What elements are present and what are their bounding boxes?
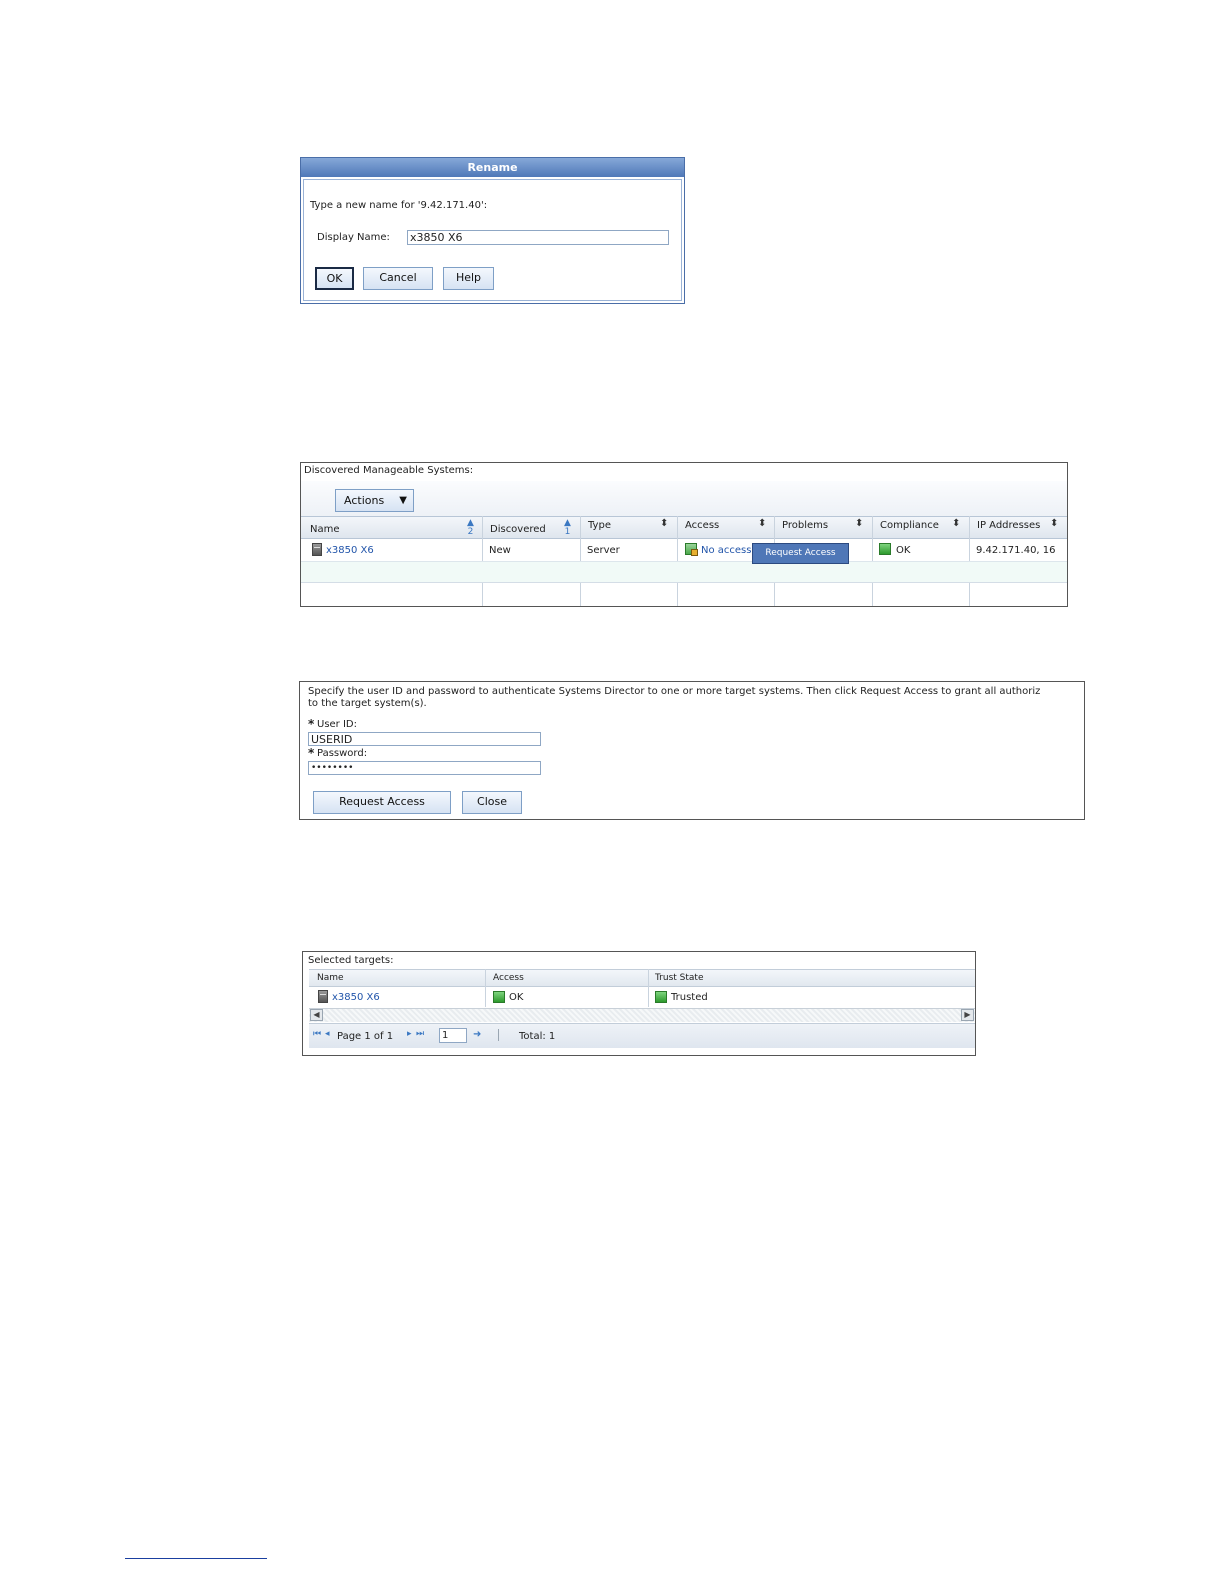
column-header-access[interactable]: Access xyxy=(493,973,524,983)
ip-value: 9.42.171.40, 16 xyxy=(976,545,1056,556)
sort-toggle-icon[interactable]: ⬍ xyxy=(1050,518,1058,529)
page-indicator: Page 1 of 1 xyxy=(337,1031,394,1042)
sort-toggle-icon[interactable]: ⬍ xyxy=(952,518,960,529)
instructions-line-2: to the target system(s). xyxy=(308,698,427,709)
sort-toggle-icon[interactable]: ⬍ xyxy=(660,518,668,529)
close-button[interactable]: Close xyxy=(462,791,522,814)
server-icon xyxy=(312,543,322,556)
column-header-ip[interactable]: IP Addresses xyxy=(977,520,1040,531)
request-access-popup[interactable]: Request Access xyxy=(752,543,849,564)
targets-table-header xyxy=(309,969,975,987)
column-header-discovered[interactable]: Discovered xyxy=(490,524,546,535)
access-link[interactable]: No access xyxy=(701,545,751,556)
column-header-access[interactable]: Access xyxy=(685,520,719,531)
first-page-icon[interactable]: ⏮ xyxy=(313,1029,321,1039)
scroll-left-button[interactable]: ◀ xyxy=(310,1009,323,1021)
column-header-type[interactable]: Type xyxy=(588,520,611,531)
access-ok-icon xyxy=(493,991,505,1003)
trusted-icon xyxy=(655,991,667,1003)
system-name-link[interactable]: x3850 X6 xyxy=(326,545,374,556)
discovered-title: Discovered Manageable Systems: xyxy=(304,465,474,476)
footnote-rule xyxy=(125,1558,267,1559)
rename-prompt: Type a new name for '9.42.171.40': xyxy=(310,200,488,211)
horizontal-scrollbar[interactable] xyxy=(309,1008,975,1022)
target-access-value: OK xyxy=(509,992,524,1003)
chevron-down-icon: ▼ xyxy=(399,495,407,506)
column-header-name[interactable]: Name xyxy=(317,973,344,983)
actions-toolbar xyxy=(301,481,1067,517)
prev-page-icon[interactable]: ◂ xyxy=(325,1029,330,1039)
table-row-empty xyxy=(301,561,1067,583)
ok-button[interactable]: OK xyxy=(315,267,354,290)
column-header-compliance[interactable]: Compliance xyxy=(880,520,939,531)
scroll-right-button[interactable]: ▶ xyxy=(961,1009,974,1021)
table-row[interactable] xyxy=(309,987,975,1007)
password-input[interactable]: •••••••• xyxy=(308,761,541,775)
discovered-value: New xyxy=(489,545,511,556)
total-count: Total: 1 xyxy=(519,1031,556,1042)
required-mark: * xyxy=(308,746,315,760)
lock-badge-icon xyxy=(691,549,698,556)
display-name-input[interactable]: x3850 X6 xyxy=(407,230,669,245)
column-header-problems[interactable]: Problems xyxy=(782,520,828,531)
actions-label: Actions xyxy=(344,494,385,507)
type-value: Server xyxy=(587,545,620,556)
selected-targets-panel: Selected targets: Name Access Trust Stat… xyxy=(302,951,976,1056)
sort-priority-discovered: 1 xyxy=(564,527,571,537)
help-button[interactable]: Help xyxy=(443,267,494,290)
column-header-trust-state[interactable]: Trust State xyxy=(655,973,703,983)
discovered-systems-panel: Discovered Manageable Systems: Actions ▼… xyxy=(300,462,1068,607)
page-number-input[interactable]: 1 xyxy=(439,1028,467,1043)
rename-dialog: Rename Type a new name for '9.42.171.40'… xyxy=(300,157,685,304)
actions-dropdown[interactable]: Actions ▼ xyxy=(335,489,414,512)
last-page-icon[interactable]: ⏭ xyxy=(416,1029,424,1039)
next-page-icon[interactable]: ▸ xyxy=(407,1029,412,1039)
sort-toggle-icon[interactable]: ⬍ xyxy=(855,518,863,529)
request-access-button[interactable]: Request Access xyxy=(313,791,451,814)
selected-targets-title: Selected targets: xyxy=(308,955,394,966)
row-divider xyxy=(301,582,1067,583)
user-id-input[interactable]: USERID xyxy=(308,732,541,746)
cancel-button[interactable]: Cancel xyxy=(363,267,433,290)
target-trust-value: Trusted xyxy=(671,992,708,1003)
display-name-label: Display Name: xyxy=(317,232,390,243)
go-page-icon[interactable]: ➜ xyxy=(473,1029,481,1040)
sort-priority-name: 2 xyxy=(467,527,474,537)
compliance-ok-icon xyxy=(879,543,891,555)
sort-asc-icon[interactable]: ▲ 1 xyxy=(564,519,571,537)
rename-dialog-title: Rename xyxy=(467,161,518,174)
user-id-label: User ID: xyxy=(317,719,357,730)
server-icon xyxy=(318,990,328,1003)
instructions-line-1: Specify the user ID and password to auth… xyxy=(308,686,1041,697)
pagination-divider xyxy=(498,1029,499,1041)
password-label: Password: xyxy=(317,748,368,759)
table-row[interactable] xyxy=(301,539,1067,561)
required-mark: * xyxy=(308,717,315,731)
column-header-name[interactable]: Name xyxy=(310,524,340,535)
target-name-link[interactable]: x3850 X6 xyxy=(332,992,380,1003)
compliance-value: OK xyxy=(896,545,911,556)
sort-toggle-icon[interactable]: ⬍ xyxy=(758,518,766,529)
request-access-panel: Specify the user ID and password to auth… xyxy=(299,681,1085,820)
sort-asc-icon[interactable]: ▲ 2 xyxy=(467,519,474,537)
